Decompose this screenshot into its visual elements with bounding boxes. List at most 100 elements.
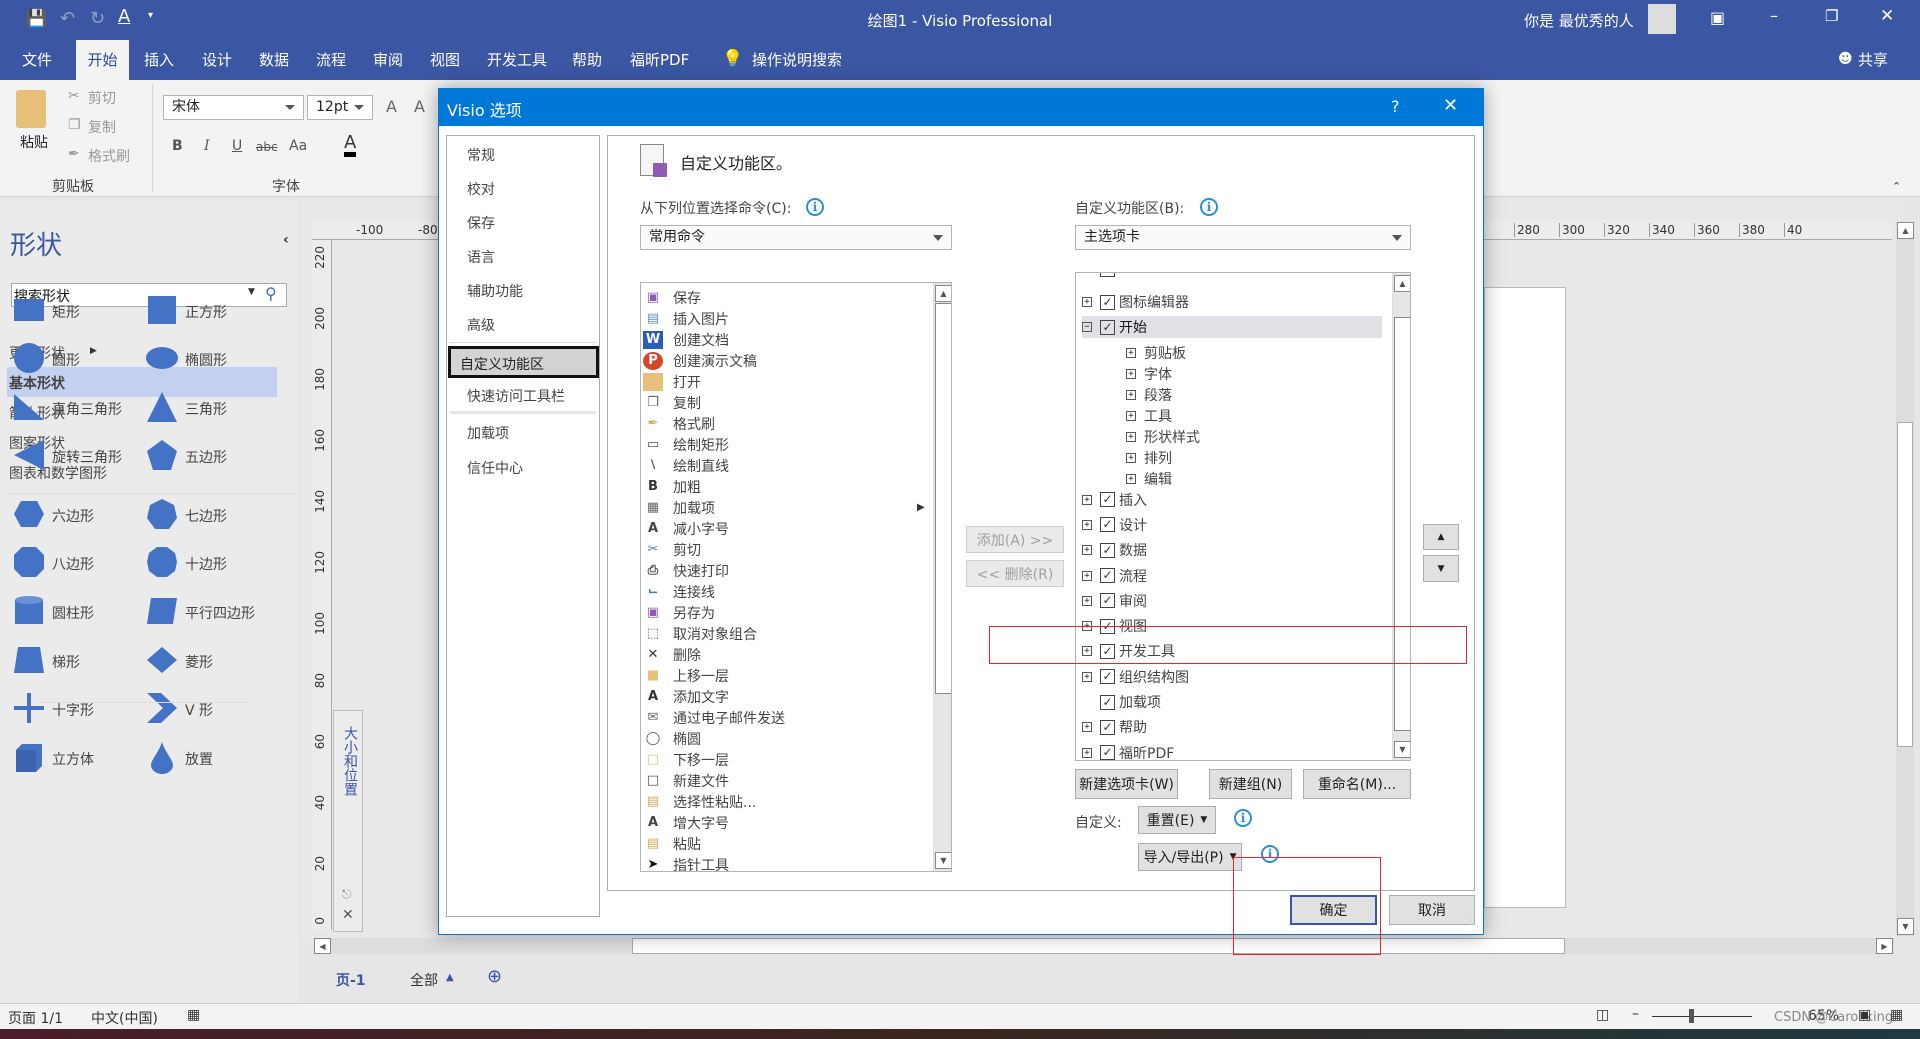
shape-item[interactable]: 十边形 — [145, 545, 227, 583]
share-button[interactable]: 共享 — [1852, 40, 1894, 80]
page-tab[interactable]: 页-1 — [336, 970, 366, 990]
import-export-button[interactable]: 导入/导出(P) ▼ — [1138, 843, 1242, 871]
command-item[interactable]: ▤ 插入图片 — [643, 308, 951, 329]
tree-item[interactable]: + 段落 — [1126, 384, 1410, 406]
presentation-icon[interactable]: ◫ — [1596, 1007, 1609, 1023]
close-window-icon[interactable]: ✕ — [1880, 6, 1894, 26]
font-name-select[interactable]: 宋体 — [163, 95, 304, 120]
shape-item[interactable]: 六边形 — [12, 497, 94, 535]
scroll-up-icon[interactable]: ▲ — [1394, 275, 1410, 292]
resize-grip-icon[interactable]: ⋱ — [1470, 919, 1479, 929]
expand-icon[interactable]: + — [1082, 747, 1092, 758]
shape-item[interactable]: 放置 — [145, 740, 213, 778]
add-button[interactable]: 添加(A) >> — [966, 526, 1064, 553]
ribbon-display-icon[interactable]: ▣ — [1710, 8, 1725, 27]
shape-item[interactable]: 三角形 — [145, 390, 227, 428]
customize-ribbon-select[interactable]: 主选项卡 — [1075, 225, 1411, 250]
tab-foxit-pdf[interactable]: 福昕PDF — [624, 40, 695, 80]
command-item[interactable]: ▤ 选择性粘贴... — [643, 791, 951, 812]
checkbox[interactable]: ✓ — [1100, 694, 1115, 710]
size-position-panel[interactable]: 大小和位置 ⎋ ✕ — [333, 710, 363, 932]
tab-insert[interactable]: 插入 — [138, 40, 180, 80]
shape-item[interactable]: 椭圆形 — [145, 341, 227, 379]
command-item[interactable]: A 减小字号 — [643, 518, 951, 539]
tree-item[interactable]: + 工具 — [1126, 405, 1410, 427]
scroll-down-icon[interactable]: ▼ — [1394, 741, 1410, 758]
scroll-left-icon[interactable]: ◀ — [314, 938, 331, 954]
minimize-icon[interactable]: – — [1770, 6, 1778, 25]
checkbox[interactable]: ✓ — [1100, 618, 1115, 634]
strikethrough-button[interactable]: abc — [256, 140, 278, 154]
command-item[interactable]: ❐ 复制 — [643, 392, 951, 413]
shape-item[interactable]: 五边形 — [145, 438, 227, 476]
tree-item[interactable]: + ✓ 视图 — [1082, 615, 1402, 637]
language-indicator[interactable]: 中文(中国) — [91, 1008, 158, 1028]
nav-addins[interactable]: 加载项 — [467, 423, 509, 443]
shape-item[interactable]: 梯形 — [12, 643, 80, 681]
expand-icon[interactable]: + — [1082, 671, 1092, 682]
bold-button[interactable]: B — [172, 138, 183, 154]
tab-review[interactable]: 审阅 — [367, 40, 409, 80]
nav-trust-center[interactable]: 信任中心 — [467, 458, 523, 478]
tab-data[interactable]: 数据 — [253, 40, 295, 80]
checkbox[interactable]: ✓ — [1100, 719, 1115, 735]
tree-item[interactable]: + 编辑 — [1126, 468, 1410, 490]
nav-save[interactable]: 保存 — [467, 213, 495, 233]
tree-item[interactable]: + 剪贴板 — [1126, 342, 1410, 364]
expand-icon[interactable]: + — [1082, 570, 1092, 581]
tree-scrollbar[interactable]: ▲ ▼ — [1392, 273, 1410, 760]
scroll-up-icon[interactable]: ▲ — [1897, 222, 1914, 239]
expand-icon[interactable]: + — [1126, 473, 1136, 484]
expand-icon[interactable]: + — [1082, 519, 1092, 530]
expand-icon[interactable]: + — [1126, 389, 1136, 400]
collapse-icon[interactable]: − — [1082, 322, 1092, 333]
scroll-down-icon[interactable]: ▼ — [935, 852, 951, 869]
tree-item[interactable]: + ✓ 流程 — [1082, 565, 1402, 587]
tab-view[interactable]: 视图 — [424, 40, 466, 80]
zoom-slider[interactable] — [1652, 1016, 1752, 1017]
avatar[interactable] — [1648, 4, 1676, 34]
command-item[interactable]: ✉ 通过电子邮件发送 — [643, 707, 951, 728]
command-item[interactable]: ✂ 剪切 — [643, 539, 951, 560]
tab-process[interactable]: 流程 — [310, 40, 352, 80]
commands-list[interactable]: ▣ 保存 ▤ 插入图片 W 创建文档 P 创建演示文稿 ▢ 打开 ❐ 复制 ✒ 格式刷 ▭ 绘制矩形 ⧵ 绘制直线… — [640, 282, 952, 872]
command-item[interactable]: ✒ 格式刷 — [643, 413, 951, 434]
cancel-button[interactable]: 取消 — [1389, 895, 1475, 925]
remove-button[interactable]: << 删除(R) — [966, 560, 1064, 587]
checkbox[interactable]: ✓ — [1100, 568, 1115, 583]
shape-item[interactable]: 立方体 — [12, 740, 94, 778]
zoom-out-button[interactable]: – — [1632, 1006, 1639, 1022]
shape-item[interactable]: 七边形 — [145, 497, 227, 535]
command-item[interactable]: ▦ 加载项 ▶ — [643, 497, 951, 518]
checkbox[interactable]: ✓ — [1100, 669, 1115, 685]
tree-item[interactable]: + ✓ 设计 — [1082, 514, 1402, 536]
font-size-select[interactable]: 12pt — [307, 95, 373, 120]
nav-general[interactable]: 常规 — [467, 145, 495, 165]
scroll-down-icon[interactable]: ▼ — [1897, 918, 1914, 935]
fit-page-icon[interactable]: ▣ — [1858, 1007, 1871, 1023]
info-icon[interactable]: i — [1261, 845, 1279, 863]
tree-item[interactable]: + ✓ 组织结构图 — [1082, 666, 1402, 688]
shape-item[interactable]: 直角三角形 — [12, 390, 122, 428]
expand-icon[interactable]: + — [1082, 595, 1092, 606]
tab-developer[interactable]: 开发工具 — [481, 40, 553, 80]
tab-file[interactable]: 文件 — [16, 40, 58, 80]
shape-item[interactable]: 圆形 — [12, 341, 80, 379]
tree-item[interactable]: + ✓ 图标编辑器 — [1082, 291, 1402, 313]
expand-icon[interactable]: + — [1126, 410, 1136, 421]
info-icon[interactable]: i — [1200, 198, 1218, 216]
rename-button[interactable]: 重命名(M)... — [1303, 769, 1411, 799]
tree-item[interactable]: + ✓ 插入 — [1082, 489, 1402, 511]
scroll-right-icon[interactable]: ▶ — [1876, 938, 1893, 954]
move-down-button[interactable]: ▼ — [1423, 555, 1459, 582]
scroll-thumb[interactable] — [1394, 317, 1410, 731]
ribbon-tabs-tree[interactable]: + ✓ 图标编辑器 − ✓ 开始 + 剪贴板 + 字体 + 段落 + 工具 + 形状样式 + 排列 + 编辑 + ✓ 插入 +… — [1075, 272, 1411, 761]
tree-item[interactable]: + 形状样式 — [1126, 426, 1410, 448]
nav-quick-access-toolbar[interactable]: 快速访问工具栏 — [467, 386, 565, 406]
command-item[interactable]: ⌙ 连接线 — [643, 581, 951, 602]
tree-item[interactable]: − ✓ 开始 — [1082, 316, 1382, 339]
change-case-button[interactable]: Aa — [289, 138, 307, 154]
command-item[interactable]: ▣ 另存为 — [643, 602, 951, 623]
font-color-button[interactable]: A — [344, 134, 357, 157]
command-item[interactable]: B 加粗 — [643, 476, 951, 497]
